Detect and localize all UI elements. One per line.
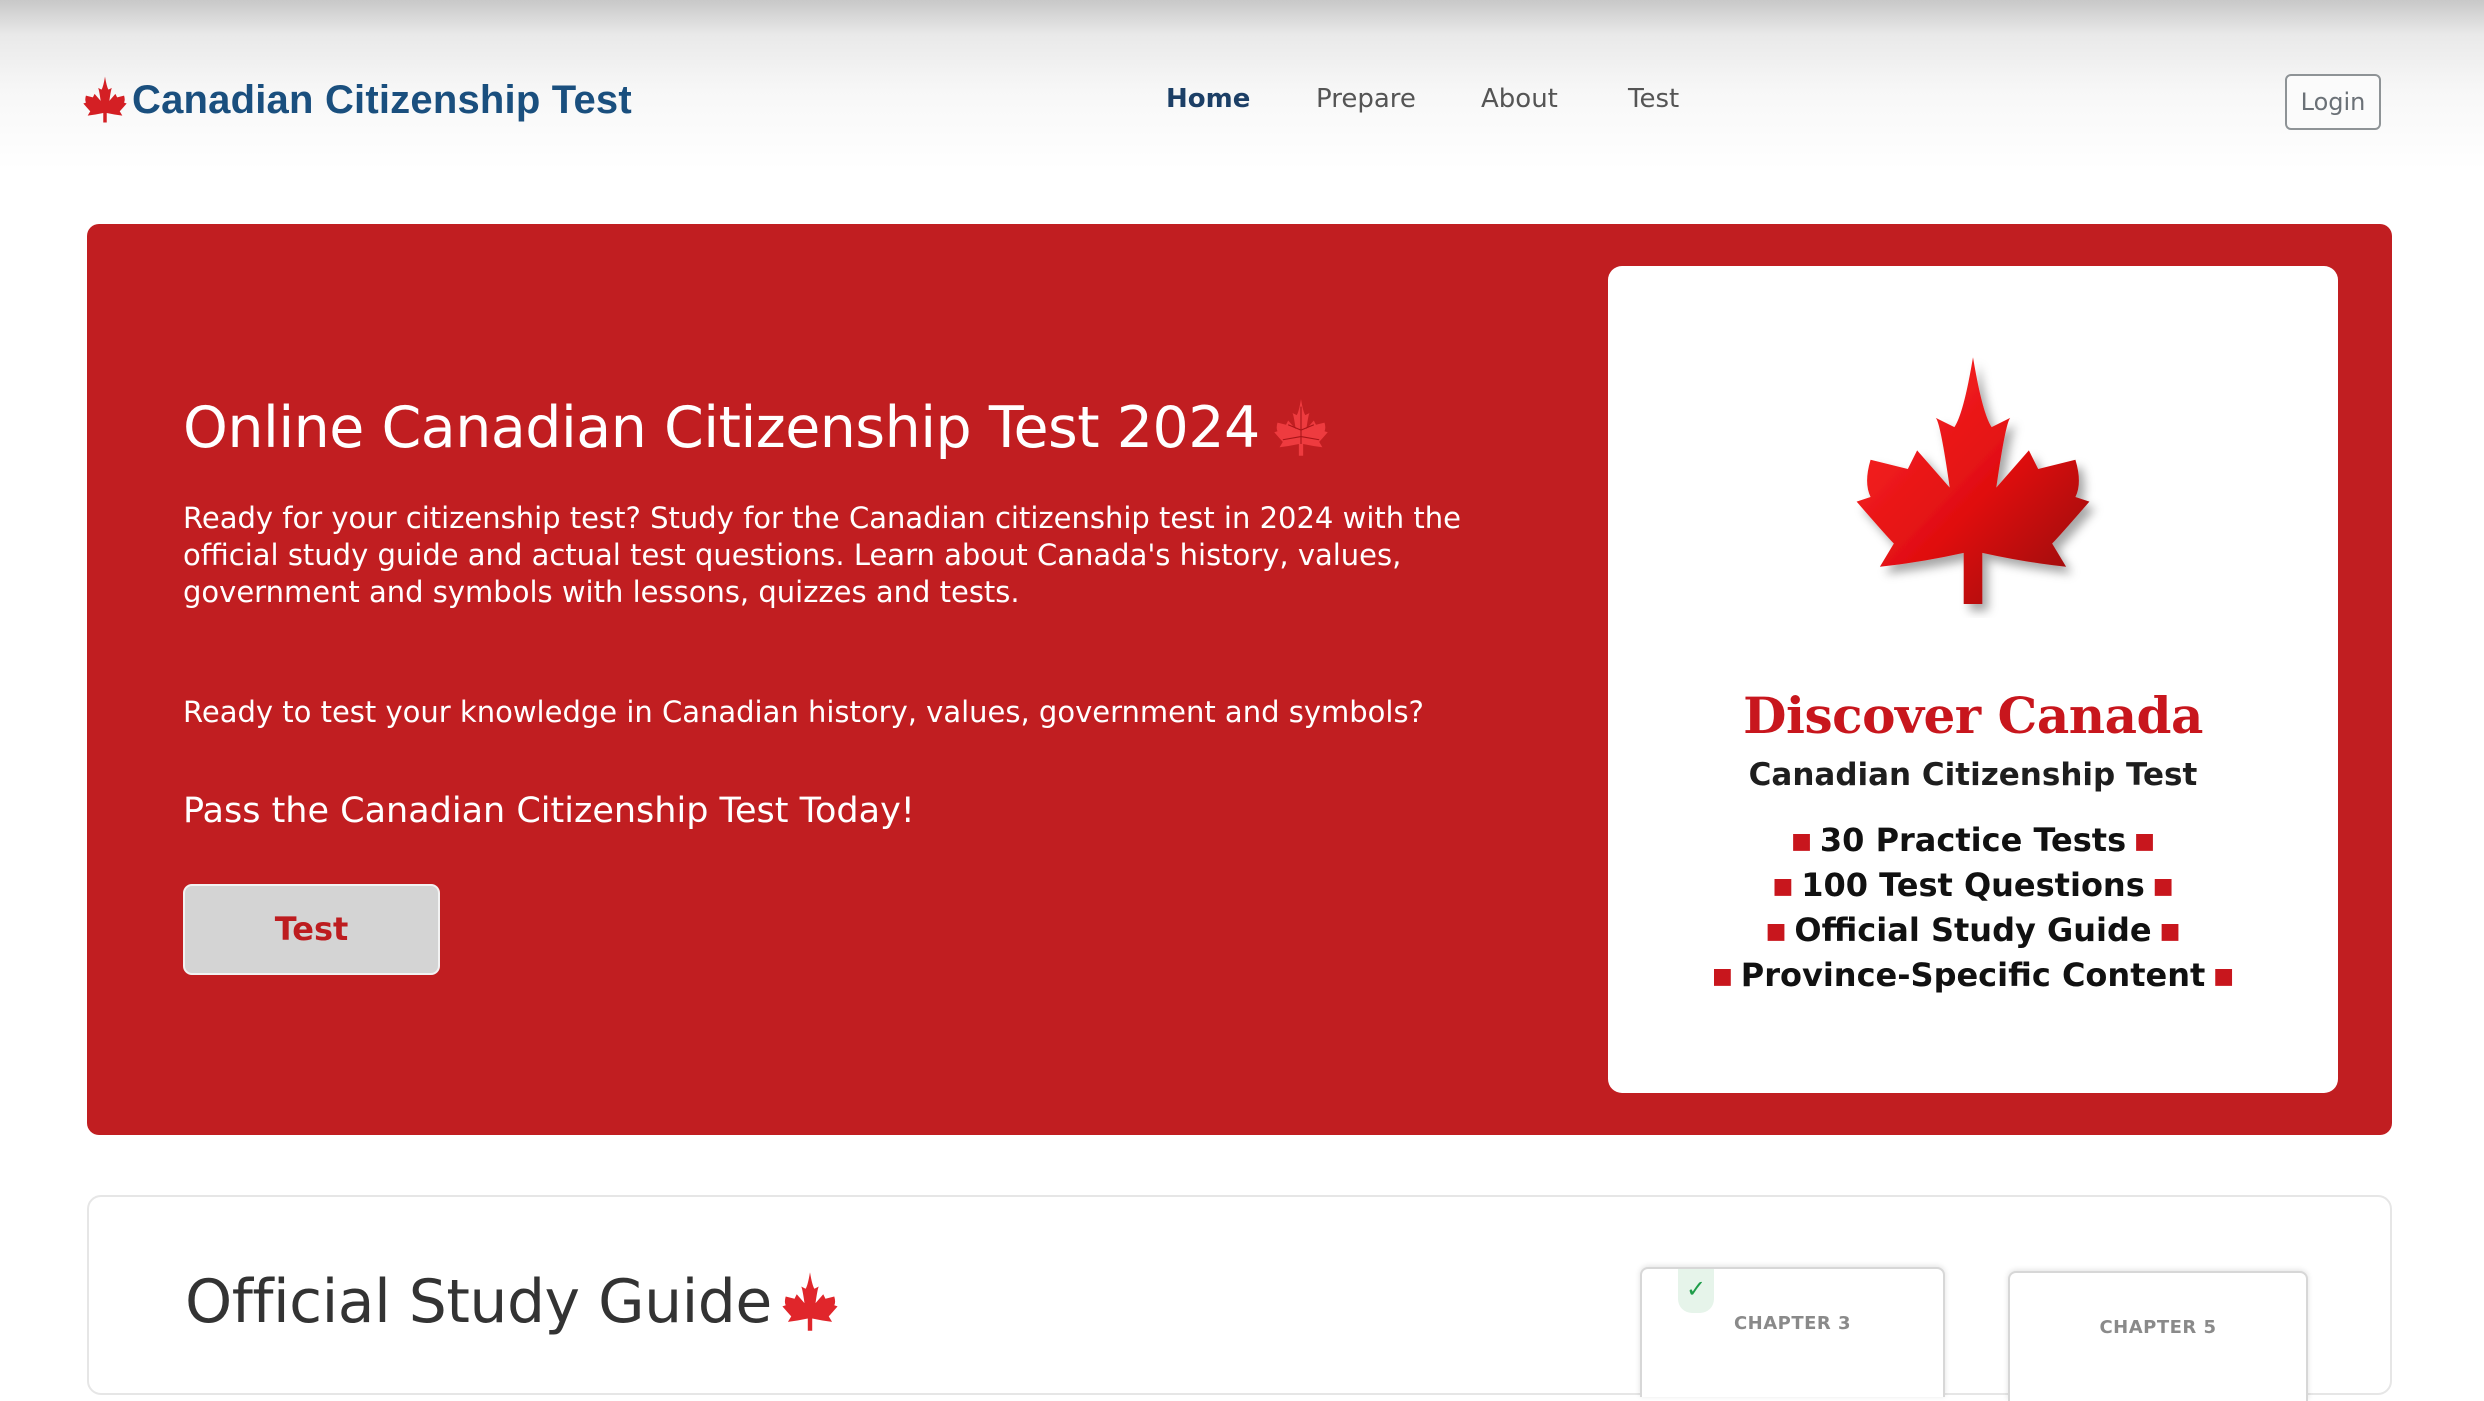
feature-text: Official Study Guide — [1794, 911, 2152, 949]
bullet-icon: ■ — [2152, 874, 2174, 899]
maple-leaf-icon — [1828, 348, 2118, 618]
hero-question: Ready to test your knowledge in Canadian… — [183, 695, 1424, 729]
promo-card: Discover Canada Canadian Citizenship Tes… — [1608, 266, 2338, 1093]
hero-title: Online Canadian Citizenship Test 2024 — [183, 395, 1260, 461]
navbar: Canadian Citizenship Test Home Prepare A… — [0, 0, 2484, 190]
chapter-label: CHAPTER 5 — [2099, 1317, 2217, 1338]
bullet-icon: ■ — [1772, 874, 1794, 899]
study-guide-section: Official Study Guide ✓ CHAPTER 3 CHAPTER… — [87, 1195, 2392, 1401]
list-item: ■ Province-Specific Content ■ — [1608, 953, 2338, 998]
feature-text: Province-Specific Content — [1740, 956, 2206, 994]
list-item: ■ 30 Practice Tests ■ — [1608, 818, 2338, 863]
nav-test[interactable]: Test — [1628, 84, 1679, 114]
study-guide-title: Official Study Guide — [185, 1267, 772, 1337]
nav-home[interactable]: Home — [1166, 84, 1250, 114]
list-item: ■ 100 Test Questions ■ — [1608, 863, 2338, 908]
brand-link[interactable]: Canadian Citizenship Test — [80, 72, 632, 128]
maple-leaf-icon — [80, 74, 130, 126]
maple-leaf-icon — [778, 1270, 842, 1334]
feature-text: 30 Practice Tests — [1819, 821, 2127, 859]
hero-heading: Online Canadian Citizenship Test 2024 — [183, 388, 1332, 468]
bullet-icon: ■ — [1765, 919, 1787, 944]
bullet-icon: ■ — [1711, 964, 1733, 989]
hero-description: Ready for your citizenship test? Study f… — [183, 501, 1461, 609]
nav-prepare[interactable]: Prepare — [1316, 84, 1416, 114]
hero-banner: Online Canadian Citizenship Test 2024 Re… — [87, 224, 2392, 1135]
promo-title: Discover Canada — [1743, 686, 2203, 745]
bullet-icon: ■ — [2213, 964, 2235, 989]
promo-feature-list: ■ 30 Practice Tests ■ ■ 100 Test Questions ■… — [1608, 818, 2338, 998]
chapter-card[interactable]: ✓ CHAPTER 3 — [1640, 1267, 1945, 1397]
list-item: ■ Official Study Guide ■ — [1608, 908, 2338, 953]
login-button[interactable]: Login — [2285, 74, 2381, 130]
check-icon: ✓ — [1678, 1269, 1714, 1313]
bullet-icon: ■ — [1791, 829, 1812, 854]
feature-text: 100 Test Questions — [1801, 866, 2145, 904]
hero-pass-text: Pass the Canadian Citizenship Test Today… — [183, 791, 915, 831]
chapter-card[interactable]: CHAPTER 5 — [2008, 1271, 2308, 1401]
bullet-icon: ■ — [2159, 919, 2181, 944]
maple-leaf-icon — [1270, 397, 1332, 459]
nav-about[interactable]: About — [1481, 84, 1558, 114]
promo-subtitle: Canadian Citizenship Test — [1748, 757, 2198, 793]
bullet-icon: ■ — [2134, 829, 2155, 854]
test-button[interactable]: Test — [183, 884, 440, 975]
chapter-label: CHAPTER 3 — [1733, 1313, 1852, 1334]
brand-name: Canadian Citizenship Test — [132, 77, 632, 122]
study-guide-heading: Official Study Guide — [185, 1267, 842, 1337]
